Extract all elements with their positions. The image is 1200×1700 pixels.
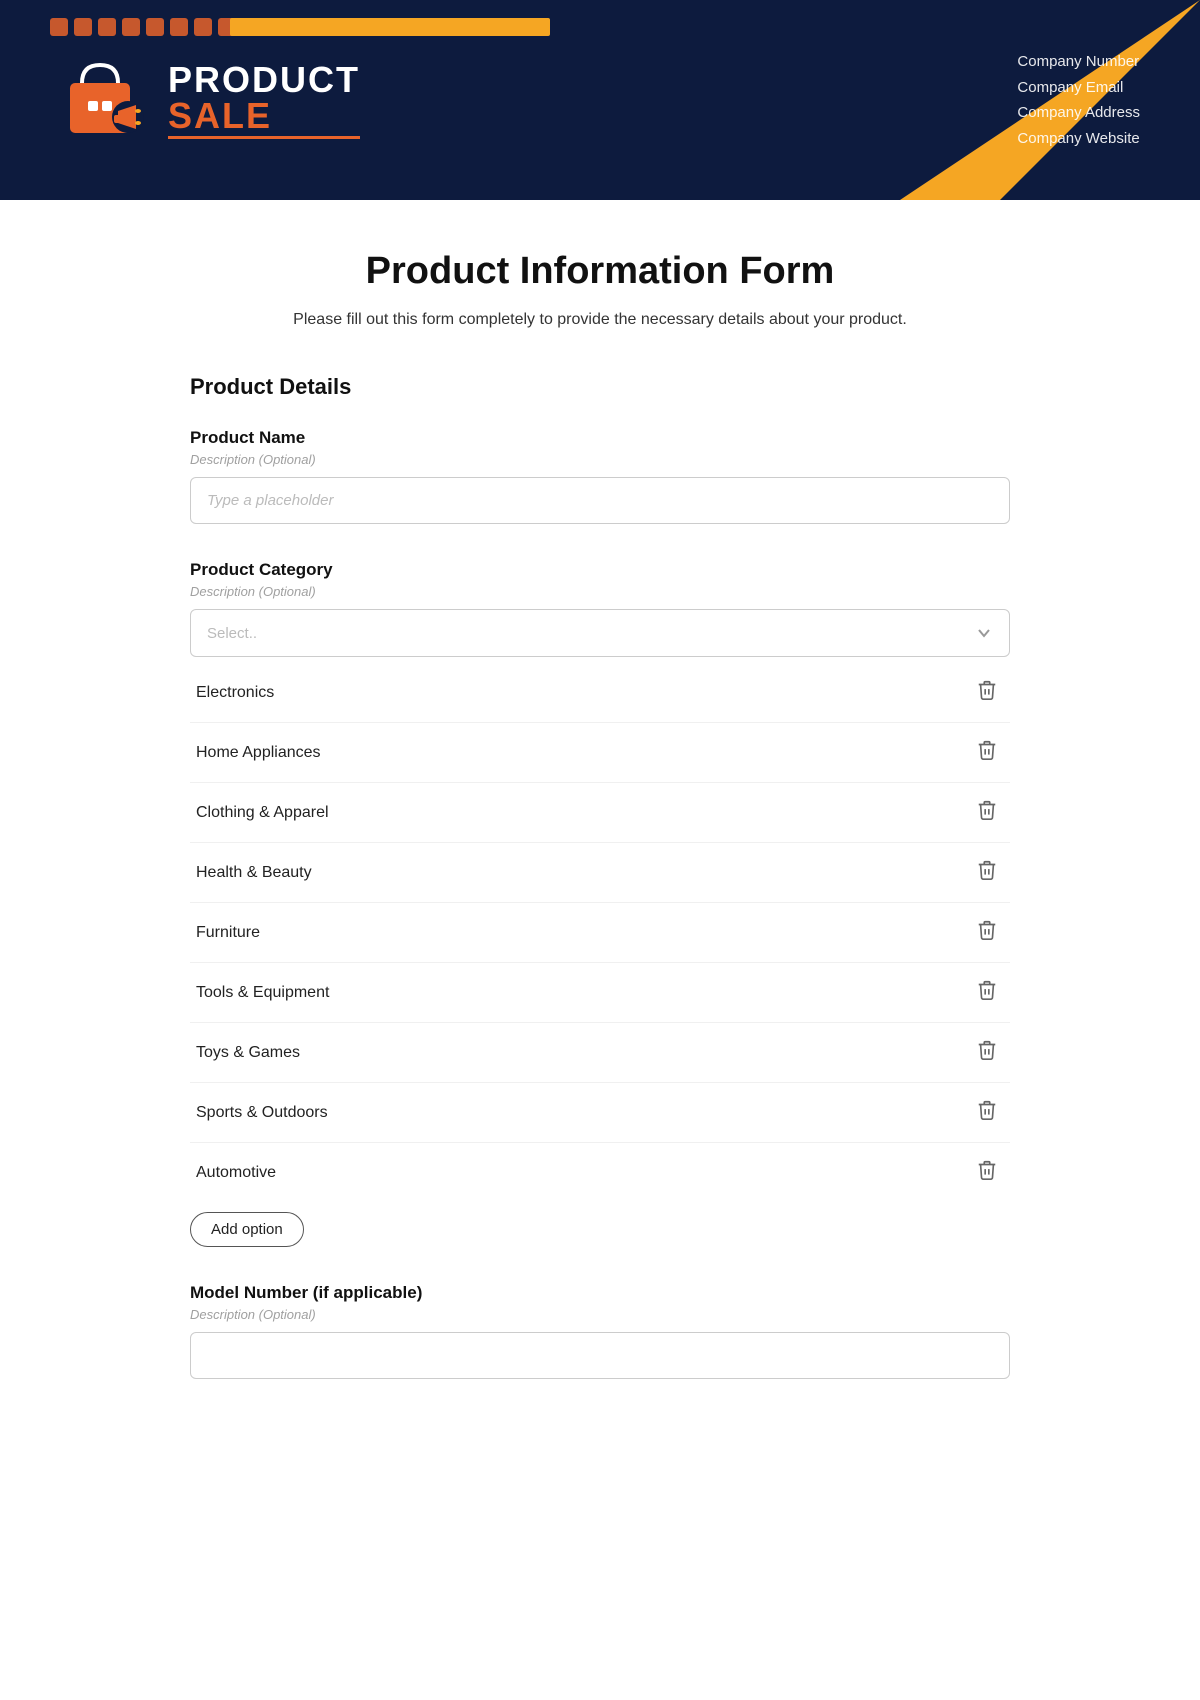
company-email: Company Email bbox=[1017, 75, 1140, 101]
delete-option-button[interactable] bbox=[970, 1035, 1004, 1070]
delete-option-button[interactable] bbox=[970, 975, 1004, 1010]
option-item: Clothing & Apparel bbox=[190, 783, 1010, 843]
delete-option-button[interactable] bbox=[970, 915, 1004, 950]
trash-icon bbox=[976, 979, 998, 1001]
option-label: Electronics bbox=[196, 684, 274, 702]
delete-option-button[interactable] bbox=[970, 855, 1004, 890]
delete-option-button[interactable] bbox=[970, 675, 1004, 710]
option-label: Toys & Games bbox=[196, 1044, 300, 1062]
trash-icon bbox=[976, 679, 998, 701]
option-item: Home Appliances bbox=[190, 723, 1010, 783]
product-category-select[interactable]: Select.. bbox=[190, 609, 1010, 657]
model-number-input[interactable] bbox=[190, 1332, 1010, 1379]
delete-option-button[interactable] bbox=[970, 1095, 1004, 1130]
company-address: Company Address bbox=[1017, 100, 1140, 126]
chevron-down-icon bbox=[975, 624, 993, 642]
model-number-label: Model Number (if applicable) bbox=[190, 1283, 1010, 1303]
product-name-field-group: Product Name Description (Optional) bbox=[190, 428, 1010, 524]
trash-icon bbox=[976, 1159, 998, 1181]
option-item: Tools & Equipment bbox=[190, 963, 1010, 1023]
header-company-info: Company Number Company Email Company Add… bbox=[1017, 49, 1140, 151]
product-name-label: Product Name bbox=[190, 428, 1010, 448]
add-option-button[interactable]: Add option bbox=[190, 1212, 304, 1247]
trash-icon bbox=[976, 919, 998, 941]
product-name-input[interactable] bbox=[190, 477, 1010, 524]
delete-option-button[interactable] bbox=[970, 795, 1004, 830]
delete-option-button[interactable] bbox=[970, 1155, 1004, 1190]
delete-option-button[interactable] bbox=[970, 735, 1004, 770]
option-label: Clothing & Apparel bbox=[196, 804, 329, 822]
trash-icon bbox=[976, 859, 998, 881]
section-product-details-title: Product Details bbox=[190, 374, 1010, 400]
product-category-description: Description (Optional) bbox=[190, 584, 1010, 599]
category-options-list: Electronics Home Appliances bbox=[190, 663, 1010, 1202]
logo-sale-text: SALE bbox=[168, 98, 360, 139]
model-number-description: Description (Optional) bbox=[190, 1307, 1010, 1322]
add-option-label: Add option bbox=[211, 1221, 283, 1238]
product-category-label: Product Category bbox=[190, 560, 1010, 580]
model-number-field-group: Model Number (if applicable) Description… bbox=[190, 1283, 1010, 1379]
trash-icon bbox=[976, 1039, 998, 1061]
main-content: Product Information Form Please fill out… bbox=[150, 200, 1050, 1465]
select-placeholder: Select.. bbox=[207, 625, 257, 642]
company-website: Company Website bbox=[1017, 126, 1140, 152]
option-label: Health & Beauty bbox=[196, 864, 312, 882]
trash-icon bbox=[976, 1099, 998, 1121]
logo-icon bbox=[60, 55, 150, 145]
option-label: Automotive bbox=[196, 1164, 276, 1182]
page-subtitle: Please fill out this form completely to … bbox=[190, 311, 1010, 329]
logo-area: PRODUCT SALE bbox=[60, 55, 360, 145]
option-item: Electronics bbox=[190, 663, 1010, 723]
trash-icon bbox=[976, 799, 998, 821]
page-header: PRODUCT SALE Company Number Company Emai… bbox=[0, 0, 1200, 200]
company-number: Company Number bbox=[1017, 49, 1140, 75]
option-label: Home Appliances bbox=[196, 744, 321, 762]
trash-icon bbox=[976, 739, 998, 761]
header-orange-bar bbox=[230, 18, 550, 36]
option-item: Furniture bbox=[190, 903, 1010, 963]
option-item: Sports & Outdoors bbox=[190, 1083, 1010, 1143]
option-label: Tools & Equipment bbox=[196, 984, 329, 1002]
logo-text: PRODUCT SALE bbox=[168, 62, 360, 139]
option-label: Sports & Outdoors bbox=[196, 1104, 328, 1122]
header-dots bbox=[50, 18, 260, 36]
product-name-description: Description (Optional) bbox=[190, 452, 1010, 467]
option-item: Toys & Games bbox=[190, 1023, 1010, 1083]
logo-product-text: PRODUCT bbox=[168, 62, 360, 98]
option-item: Automotive bbox=[190, 1143, 1010, 1202]
product-category-field-group: Product Category Description (Optional) … bbox=[190, 560, 1010, 1247]
page-title: Product Information Form bbox=[190, 250, 1010, 293]
option-label: Furniture bbox=[196, 924, 260, 942]
option-item: Health & Beauty bbox=[190, 843, 1010, 903]
